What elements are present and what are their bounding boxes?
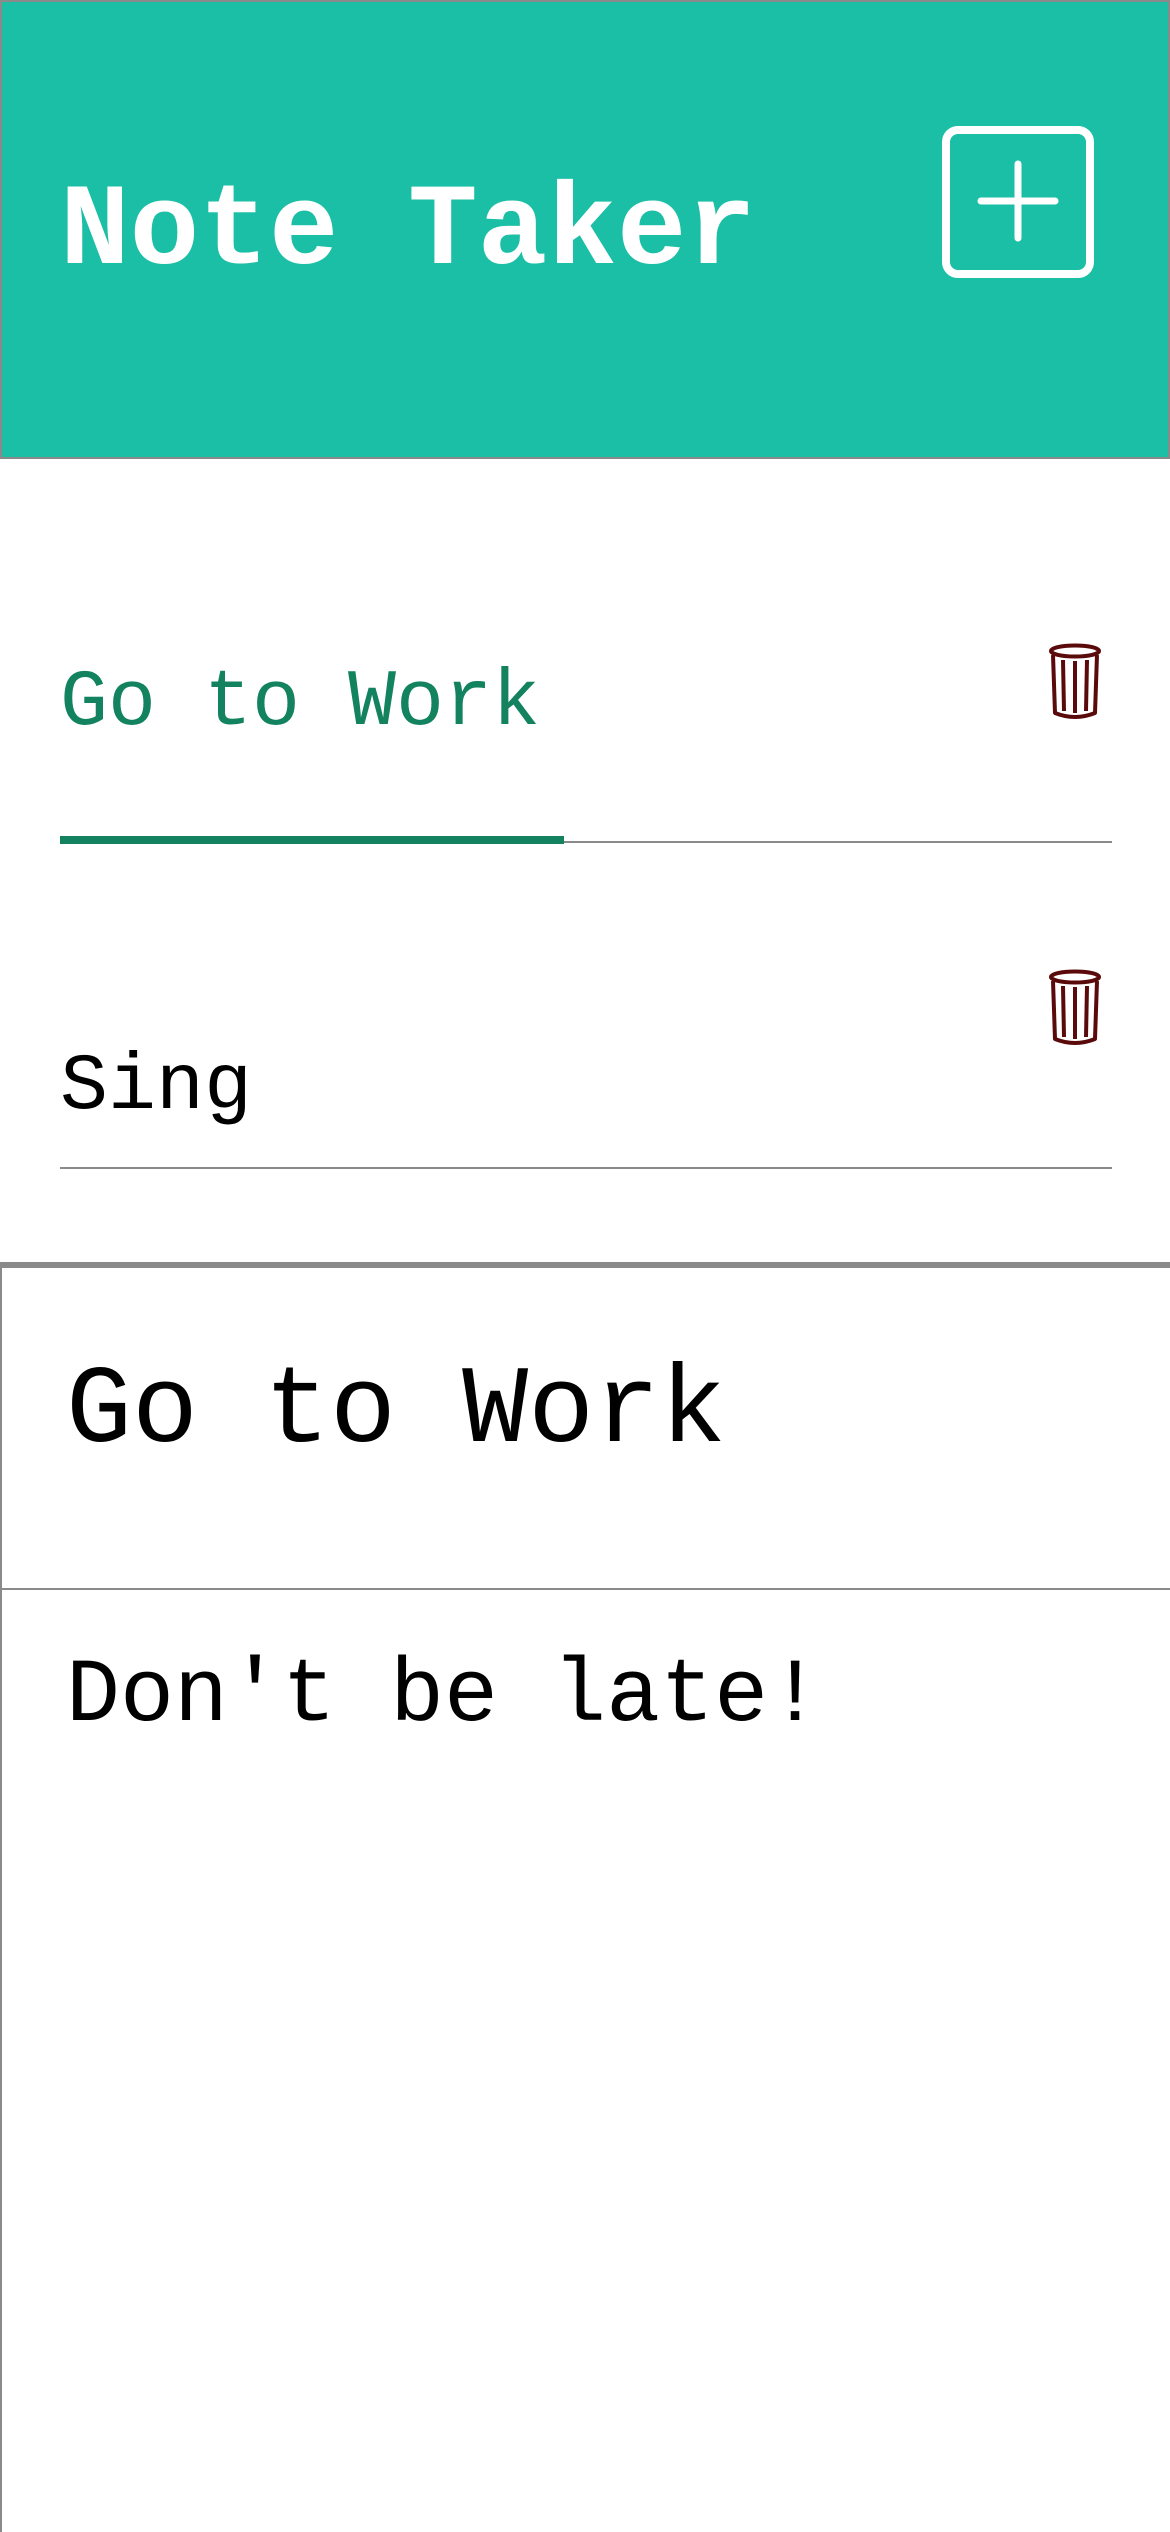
note-list-item-sing[interactable]: Sing <box>60 843 1112 1169</box>
note-body-text: Don't be late! <box>66 1646 823 1748</box>
add-note-button[interactable] <box>942 126 1094 278</box>
note-list-item-title: Go to Work <box>60 658 541 749</box>
app-header: Note Taker <box>0 0 1170 459</box>
note-editor: Go to Work Don't be late! <box>0 1268 1170 2532</box>
note-body-field[interactable]: Don't be late! <box>2 1590 1170 2532</box>
note-title-text: Go to Work <box>66 1350 727 1475</box>
trash-icon[interactable] <box>1048 643 1102 721</box>
note-taker-app: Note Taker Go to Work Sing Go to Work Do… <box>0 0 1170 2532</box>
note-list: Go to Work Sing <box>0 459 1170 1263</box>
note-title-field[interactable]: Go to Work <box>2 1268 1170 1590</box>
app-title: Note Taker <box>60 166 757 298</box>
plus-icon <box>977 160 1059 242</box>
note-list-item-title: Sing <box>60 1042 253 1133</box>
trash-icon[interactable] <box>1048 969 1102 1047</box>
note-list-item-go-to-work[interactable]: Go to Work <box>60 459 1112 844</box>
